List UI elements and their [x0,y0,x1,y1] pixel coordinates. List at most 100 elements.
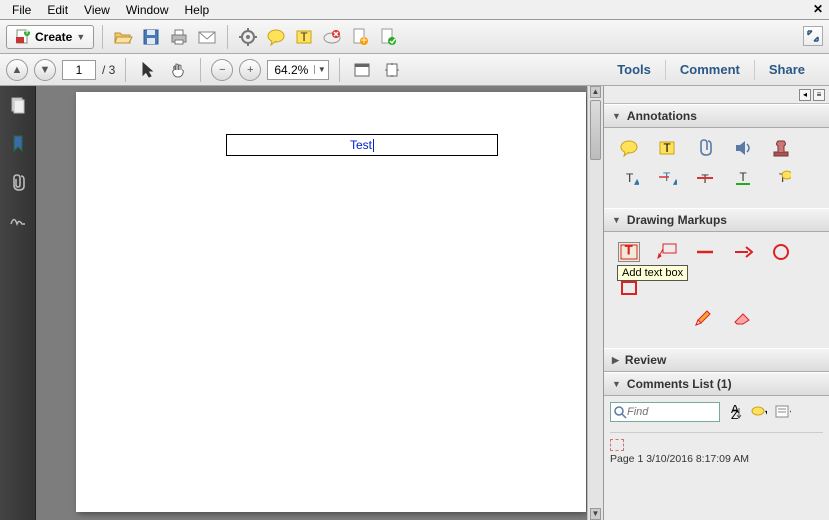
page-up-button[interactable]: ▲ [6,59,28,81]
fit-width-icon[interactable] [350,58,374,82]
annotations-header[interactable]: ▼ Annotations [604,104,829,128]
text-box-comment-icon [610,439,624,451]
annotations-body: T T▴ T▴ T T T [604,128,829,208]
eraser-tool-icon[interactable] [730,308,752,328]
page-plus-icon[interactable]: + [348,25,372,49]
main-toolbar: + Create ▼ T + [0,20,829,54]
separator [227,25,228,49]
replace-text-icon[interactable]: T▴ [656,168,678,188]
svg-text:T: T [626,171,634,185]
pdf-page: Test [76,92,586,512]
highlight-text-icon[interactable]: T [292,25,316,49]
scroll-thumb[interactable] [590,100,601,160]
nav-toolbar: ▲ ▼ / 3 − + ▼ Tools Comment Share [0,54,829,86]
page-down-button[interactable]: ▼ [34,59,56,81]
comments-list-body: AZ ▾ ▾ Page 1 3/10/2016 8:17:09 AM [604,396,829,471]
print-icon[interactable] [167,25,191,49]
attachments-icon[interactable] [8,172,28,192]
text-box-annotation[interactable]: Test [226,134,498,156]
create-label: Create [35,30,72,44]
collapse-triangle-icon: ▼ [612,111,621,121]
collapse-triangle-icon: ▼ [612,215,621,225]
record-audio-icon[interactable] [732,138,754,158]
drawing-markups-header[interactable]: ▼ Drawing Markups [604,208,829,232]
strikethrough-icon[interactable]: T [694,168,716,188]
arrow-tool-icon[interactable] [732,242,754,262]
options-icon[interactable]: ▾ [774,403,792,421]
close-icon[interactable]: ✕ [813,2,823,16]
vertical-scrollbar[interactable]: ▲ ▼ [587,86,603,520]
delete-cloud-icon[interactable] [320,25,344,49]
menu-edit[interactable]: Edit [39,1,76,19]
svg-text:+: + [23,29,30,38]
comment-tab[interactable]: Comment [665,60,754,80]
stamp-icon[interactable] [770,138,792,158]
left-sidebar [0,86,36,520]
scroll-down-icon[interactable]: ▼ [590,508,601,520]
page-number-input[interactable] [62,60,96,80]
menu-window[interactable]: Window [118,1,177,19]
separator [200,58,201,82]
panel-menu-icon[interactable]: ≡ [813,89,825,101]
callout-tool-icon[interactable] [656,242,678,262]
document-canvas[interactable]: Test [36,86,587,520]
expand-icon[interactable] [803,26,823,46]
zoom-in-button[interactable]: + [239,59,261,81]
comment-panel: ◂ ≡ ▼ Annotations T T▴ T▴ T T T [603,86,829,520]
email-icon[interactable] [195,25,219,49]
find-field[interactable] [627,406,707,418]
create-button[interactable]: + Create ▼ [6,25,94,49]
fit-page-icon[interactable] [380,58,404,82]
pencil-tool-icon[interactable] [692,308,714,328]
comments-list-header[interactable]: ▼ Comments List (1) [604,372,829,396]
zoom-select[interactable]: ▼ [267,60,329,80]
add-note-to-text-icon[interactable]: T [770,168,792,188]
text-box-tool-icon[interactable]: T Add text box [618,242,640,262]
svg-text:+: + [361,33,368,47]
highlight-icon[interactable]: T [656,138,678,158]
menu-file[interactable]: File [4,1,39,19]
underline-icon[interactable]: T [732,168,754,188]
thumbnails-icon[interactable] [8,96,28,116]
save-icon[interactable] [139,25,163,49]
open-icon[interactable] [111,25,135,49]
svg-text:T: T [663,141,671,155]
insert-text-icon[interactable]: T▴ [618,168,640,188]
sticky-note-icon[interactable] [618,138,640,158]
filter-comments-icon[interactable]: ▾ [750,403,768,421]
scroll-up-icon[interactable]: ▲ [590,86,601,98]
comment-bubble-icon[interactable] [264,25,288,49]
text-caret [373,139,374,152]
select-tool-icon[interactable] [136,58,160,82]
zoom-input[interactable] [268,61,314,79]
panel-collapse-icon[interactable]: ◂ [799,89,811,101]
hand-tool-icon[interactable] [166,58,190,82]
svg-text:▴: ▴ [634,174,639,187]
page-check-icon[interactable] [376,25,400,49]
settings-icon[interactable] [236,25,260,49]
comment-item[interactable]: Page 1 3/10/2016 8:17:09 AM [610,432,823,465]
menu-help[interactable]: Help [177,1,218,19]
svg-text:▾: ▾ [765,406,767,419]
chevron-down-icon[interactable]: ▼ [314,65,328,74]
find-comments-input[interactable] [610,402,720,422]
separator [102,25,103,49]
bookmarks-icon[interactable] [8,134,28,154]
line-tool-icon[interactable] [694,242,716,262]
attach-file-icon[interactable] [694,138,716,158]
sort-comments-icon[interactable]: AZ [726,403,744,421]
share-tab[interactable]: Share [754,60,819,80]
oval-tool-icon[interactable] [770,242,792,262]
signatures-icon[interactable] [8,210,28,230]
svg-text:T: T [301,30,309,44]
tooltip: Add text box [617,265,688,281]
rectangle-tool-icon[interactable] [618,278,640,298]
zoom-out-button[interactable]: − [211,59,233,81]
tools-tab[interactable]: Tools [603,60,665,80]
menu-view[interactable]: View [76,1,118,19]
page-total-label: / 3 [102,63,115,77]
review-header[interactable]: ▶ Review [604,348,829,372]
drawing-markups-title: Drawing Markups [627,213,727,227]
separator [339,58,340,82]
review-title: Review [625,353,666,367]
